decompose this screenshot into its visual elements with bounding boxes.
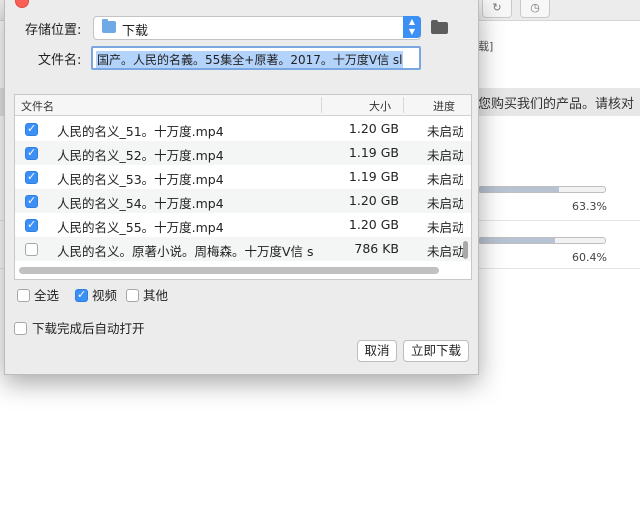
file-progress: 未启动: [427, 244, 463, 259]
table-row[interactable]: 人民的名义_52。十万度.mp4 1.19 GB 未启动: [15, 141, 471, 165]
column-header-progress[interactable]: 进度: [433, 98, 455, 114]
select-all-label: 全选: [34, 288, 60, 303]
filter-other[interactable]: 其他: [126, 285, 168, 304]
other-checkbox[interactable]: [126, 289, 139, 302]
column-header-name[interactable]: 文件名: [21, 98, 54, 114]
save-location-popup[interactable]: 下载 ▲ ▼: [93, 16, 421, 40]
file-size: 1.19 GB: [348, 145, 399, 160]
video-checkbox[interactable]: [75, 288, 88, 302]
table-row[interactable]: 人民的名义_51。十万度.mp4 1.20 GB 未启动: [15, 117, 471, 141]
table-row[interactable]: 人民的名义_54。十万度.mp4 1.20 GB 未启动: [15, 189, 471, 213]
file-size: 1.20 GB: [348, 193, 399, 208]
progress-bar: [478, 237, 606, 244]
table-row[interactable]: 人民的名义_55。十万度.mp4 1.20 GB 未启动: [15, 213, 471, 237]
clock-icon[interactable]: ◷: [520, 0, 550, 18]
column-header-size[interactable]: 大小: [369, 98, 391, 114]
file-name: 人民的名义_54。十万度.mp4: [57, 196, 224, 211]
row-checkbox[interactable]: [25, 218, 38, 232]
file-size: 1.20 GB: [348, 217, 399, 232]
download-dialog: 存储位置: 下载 ▲ ▼ 文件名: 国产。人民的名義。55集全+原著。2017。十…: [4, 0, 479, 375]
filename-value: 国产。人民的名義。55集全+原著。2017。十万度V信 sl: [96, 51, 404, 68]
file-size: 1.19 GB: [348, 169, 399, 184]
file-name: 人民的名义_55。十万度.mp4: [57, 220, 224, 235]
file-progress: 未启动: [427, 148, 463, 163]
progress-percent: 60.4%: [572, 251, 607, 264]
filename-field[interactable]: 国产。人民的名義。55集全+原著。2017。十万度V信 sl: [91, 46, 421, 70]
select-all-checkbox[interactable]: [17, 289, 30, 302]
auto-open-checkbox[interactable]: [14, 322, 27, 335]
video-label: 视频: [92, 288, 118, 303]
table-row[interactable]: 人民的名义_53。十万度.mp4 1.19 GB 未启动: [15, 165, 471, 189]
auto-open-option[interactable]: 下载完成后自动打开: [14, 318, 145, 337]
close-dot-icon[interactable]: [15, 0, 29, 8]
progress-bar: [478, 186, 606, 193]
progress-percent: 63.3%: [572, 200, 607, 213]
save-location-value: 下载: [122, 24, 149, 39]
progress-bar-fill: [479, 238, 556, 243]
row-checkbox[interactable]: [25, 170, 38, 184]
filter-video[interactable]: 视频: [75, 285, 117, 304]
table-header: 文件名 大小 进度: [15, 95, 471, 116]
open-folder-icon[interactable]: [429, 18, 451, 36]
row-checkbox[interactable]: [25, 243, 38, 256]
file-progress: 未启动: [427, 172, 463, 187]
progress-bar-fill: [479, 187, 559, 192]
file-progress: 未启动: [427, 196, 463, 211]
background-text-fragment: 载]: [478, 40, 494, 53]
table-row[interactable]: 人民的名义。原著小说。周梅森。十万度V信 s 786 KB 未启动: [15, 237, 471, 261]
auto-open-label: 下载完成后自动打开: [32, 321, 145, 336]
vertical-scrollbar[interactable]: [463, 241, 468, 259]
file-progress: 未启动: [427, 220, 463, 235]
row-checkbox[interactable]: [25, 122, 38, 136]
horizontal-scrollbar[interactable]: [19, 267, 439, 274]
file-name: 人民的名义_52。十万度.mp4: [57, 148, 224, 163]
file-size: 786 KB: [354, 241, 399, 256]
file-progress: 未启动: [427, 124, 463, 139]
file-size: 1.20 GB: [348, 121, 399, 136]
other-label: 其他: [143, 288, 169, 303]
save-location-label: 存储位置:: [25, 23, 82, 38]
download-now-button[interactable]: 立即下载: [403, 340, 469, 362]
row-checkbox[interactable]: [25, 194, 38, 208]
cancel-button[interactable]: 取消: [357, 340, 397, 362]
file-name: 人民的名义_53。十万度.mp4: [57, 172, 224, 187]
filename-label: 文件名:: [38, 53, 82, 68]
refresh-icon[interactable]: ↻: [482, 0, 512, 18]
file-name: 人民的名义_51。十万度.mp4: [57, 124, 224, 139]
filter-select-all[interactable]: 全选: [17, 285, 59, 304]
row-checkbox[interactable]: [25, 146, 38, 160]
file-table: 文件名 大小 进度 人民的名义_51。十万度.mp4 1.20 GB 未启动 人…: [14, 94, 472, 280]
file-name: 人民的名义。原著小说。周梅森。十万度V信 s: [57, 244, 314, 259]
folder-icon: [102, 19, 116, 33]
updown-arrows-icon: ▲ ▼: [403, 16, 421, 38]
background-notice-text: 您购买我们的产品。请核对: [478, 97, 635, 112]
